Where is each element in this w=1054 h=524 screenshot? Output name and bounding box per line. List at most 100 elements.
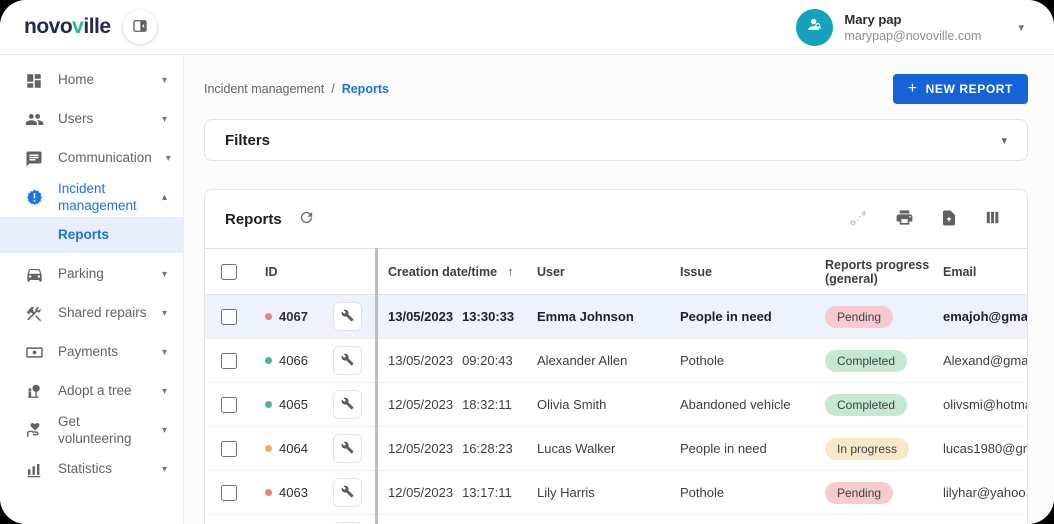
- edit-report-button[interactable]: [333, 302, 362, 331]
- table-row[interactable]: 4062 11/05/2023 William B Tree branches …: [205, 515, 1027, 524]
- pinned-column-divider[interactable]: [375, 248, 378, 524]
- filters-panel[interactable]: Filters ▾: [204, 119, 1028, 161]
- report-user: Olivia Smith: [535, 397, 680, 412]
- chevron-down-icon: ▾: [162, 386, 167, 397]
- reports-panel-header: Reports: [205, 190, 1027, 248]
- row-checkbox[interactable]: [221, 441, 237, 457]
- report-email: Alexand@gmail.: [943, 353, 1027, 368]
- column-header-creation[interactable]: Creation date/time ↑: [375, 264, 535, 279]
- sidebar-item-communication[interactable]: Communication ▾: [0, 139, 183, 178]
- status-dot: [265, 313, 272, 320]
- main-header: Incident management / Reports + NEW REPO…: [204, 74, 1028, 104]
- column-header-progress[interactable]: Reports progress (general): [825, 258, 943, 286]
- column-header-label: Creation date/time: [388, 265, 497, 279]
- chevron-down-icon: ▾: [162, 114, 167, 125]
- header-checkbox-cell: [205, 264, 253, 280]
- row-checkbox[interactable]: [221, 309, 237, 325]
- logo-text-2: ille: [83, 15, 110, 38]
- chat-icon: [25, 149, 44, 168]
- table-row[interactable]: 4064 12/05/202316:28:23 Lucas Walker Peo…: [205, 427, 1027, 471]
- sidebar: Home ▾ Users ▾ Communication ▾ Incident …: [0, 55, 184, 524]
- topbar-right: Mary pap marypap@novoville.com ▾: [184, 9, 1054, 46]
- plus-icon: +: [908, 80, 918, 98]
- edit-report-button[interactable]: [333, 346, 362, 375]
- app-window: novoville Mary pap marypap@novoville.com: [0, 0, 1054, 524]
- breadcrumb-parent[interactable]: Incident management: [204, 82, 324, 96]
- reports-table: ID Creation date/time ↑ User Issue Repor…: [205, 248, 1027, 524]
- export-file-button[interactable]: [940, 209, 958, 230]
- sidebar-item-shared-repairs[interactable]: Shared repairs ▾: [0, 294, 183, 333]
- report-time: 13:30:33: [462, 309, 514, 324]
- sidebar-item-label: Adopt a tree: [58, 383, 148, 400]
- report-user: Lily Harris: [535, 485, 680, 500]
- chevron-down-icon: ▾: [162, 269, 167, 280]
- report-date: 12/05/2023: [388, 485, 453, 500]
- table-row[interactable]: 4066 13/05/202309:20:43 Alexander Allen …: [205, 339, 1027, 383]
- table-row[interactable]: 4065 12/05/202318:32:11 Olivia Smith Aba…: [205, 383, 1027, 427]
- sidebar-item-home[interactable]: Home ▾: [0, 61, 183, 100]
- sidebar-collapse-button[interactable]: [123, 10, 157, 44]
- reports-title: Reports: [225, 211, 282, 228]
- print-button[interactable]: [895, 208, 914, 230]
- column-header-user[interactable]: User: [535, 265, 680, 279]
- column-header-issue[interactable]: Issue: [680, 265, 825, 279]
- sidebar-item-adopt-a-tree[interactable]: Adopt a tree ▾: [0, 372, 183, 411]
- row-checkbox[interactable]: [221, 397, 237, 413]
- sidebar-item-users[interactable]: Users ▾: [0, 100, 183, 139]
- report-id: 4067: [279, 309, 308, 324]
- logo-text-1: novo: [24, 15, 72, 38]
- chevron-down-icon[interactable]: ▾: [1018, 21, 1024, 34]
- top-bar: novoville Mary pap marypap@novoville.com: [0, 0, 1054, 55]
- report-date: 13/05/2023: [388, 353, 453, 368]
- user-avatar: [796, 9, 833, 46]
- wrench-icon: [341, 309, 354, 325]
- columns-icon: [984, 209, 1001, 229]
- reports-panel: Reports: [204, 189, 1028, 524]
- report-issue: Pothole: [680, 353, 825, 368]
- table-row[interactable]: 4067 13/05/202313:30:33 Emma Johnson Peo…: [205, 295, 1027, 339]
- chevron-down-icon: ▾: [162, 308, 167, 319]
- sidebar-item-label: Parking: [58, 266, 148, 283]
- status-dot: [265, 445, 272, 452]
- new-report-button[interactable]: + NEW REPORT: [893, 74, 1028, 104]
- incident-alert-icon: [25, 188, 44, 207]
- user-name: Mary pap: [844, 12, 981, 27]
- route-map-button[interactable]: [848, 207, 869, 231]
- sidebar-item-label: Communication: [58, 150, 152, 167]
- sidebar-item-statistics[interactable]: Statistics ▾: [0, 450, 183, 489]
- sidebar-item-get-volunteering[interactable]: Get volunteering ▾: [0, 411, 183, 450]
- sidebar-item-label: Shared repairs: [58, 305, 148, 322]
- column-header-id[interactable]: ID: [253, 265, 333, 279]
- table-row[interactable]: 4063 12/05/202313:17:11 Lily Harris Poth…: [205, 471, 1027, 515]
- user-menu[interactable]: Mary pap marypap@novoville.com ▾: [796, 9, 1024, 46]
- edit-report-button[interactable]: [333, 390, 362, 419]
- edit-report-button[interactable]: [333, 478, 362, 507]
- sidebar-item-label: Users: [58, 111, 148, 128]
- report-id: 4064: [279, 441, 308, 456]
- chevron-down-icon[interactable]: ▾: [1001, 134, 1007, 147]
- export-file-icon: [940, 209, 958, 230]
- select-all-checkbox[interactable]: [221, 264, 237, 280]
- row-checkbox[interactable]: [221, 485, 237, 501]
- report-time: 16:28:23: [462, 441, 513, 456]
- report-issue: People in need: [680, 309, 825, 324]
- sidebar-subitem-reports[interactable]: Reports: [0, 217, 183, 253]
- banknote-icon: [25, 343, 44, 362]
- sidebar-item-incident-management[interactable]: Incident management ▴: [0, 178, 183, 217]
- refresh-button[interactable]: [298, 209, 315, 229]
- sidebar-item-payments[interactable]: Payments ▾: [0, 333, 183, 372]
- row-checkbox[interactable]: [221, 353, 237, 369]
- column-header-email[interactable]: Email: [943, 265, 1027, 279]
- sidebar-item-parking[interactable]: Parking ▾: [0, 255, 183, 294]
- breadcrumb-current[interactable]: Reports: [342, 82, 389, 96]
- report-time: 18:32:11: [462, 397, 512, 412]
- sidebar-item-label: Home: [58, 72, 148, 89]
- user-email: marypap@novoville.com: [844, 29, 981, 43]
- columns-button[interactable]: [984, 209, 1001, 229]
- report-id: 4063: [279, 485, 308, 500]
- wrench-icon: [341, 485, 354, 501]
- edit-report-button[interactable]: [333, 434, 362, 463]
- person-search-icon: [804, 14, 825, 40]
- sort-ascending-icon[interactable]: ↑: [507, 264, 514, 279]
- home-dashboard-icon: [25, 71, 44, 90]
